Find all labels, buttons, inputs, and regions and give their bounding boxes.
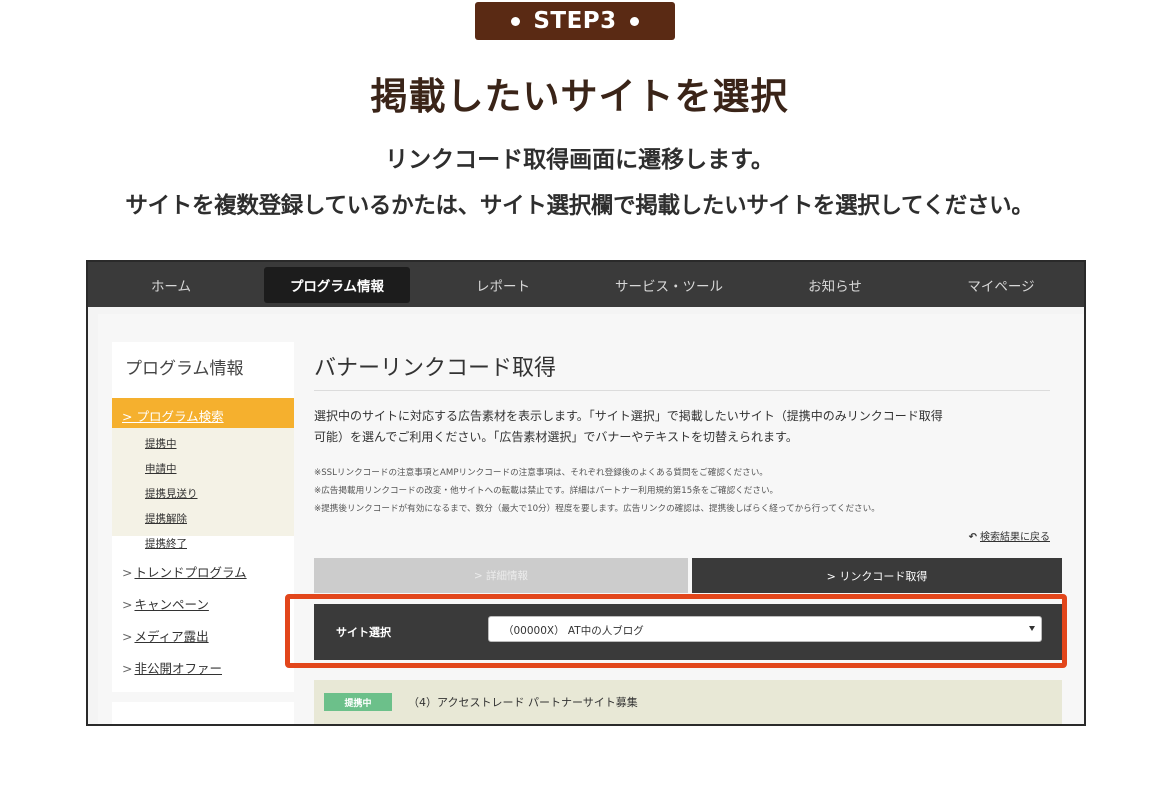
intro-text: 選択中のサイトに対応する広告素材を表示します。「サイト選択」で掲載したいサイト（…: [314, 409, 943, 444]
screenshot-frame: ホーム プログラム情報 レポート サービス・ツール お知らせ マイページ プログ…: [86, 260, 1086, 726]
bullet-dot-icon: [511, 16, 521, 26]
note-text: ※広告掲載用リンクコードの改変・他サイトへの転載は禁止です。詳細はパートナー利用…: [314, 486, 779, 496]
sidebar-subitem-cancelled[interactable]: 提携解除: [145, 511, 187, 526]
status-badge: 提携中: [324, 693, 392, 711]
main-panel: バナーリンクコード取得 選択中のサイトに対応する広告素材を表示します。「サイト選…: [294, 314, 1074, 724]
site-select-bar: サイト選択 （00000X） AT中の人ブログ: [314, 604, 1062, 660]
banner-linkcode-title: バナーリンクコード取得: [314, 356, 557, 381]
nav-item-report[interactable]: レポート: [420, 262, 586, 307]
nav-item-mypage[interactable]: マイページ: [918, 262, 1084, 307]
return-arrow-icon: ↶: [968, 532, 977, 543]
site-select-dropdown[interactable]: （00000X） AT中の人ブログ: [488, 616, 1042, 642]
step-label: STEP3: [533, 8, 617, 34]
chevron-right-icon: >: [122, 597, 133, 612]
nav-item-service-tools[interactable]: サービス・ツール: [586, 262, 752, 307]
nav-item-program-info[interactable]: プログラム情報: [254, 262, 420, 307]
partner-site-name: （4）アクセストレード パートナーサイト募集: [408, 696, 638, 709]
partner-site-row: 提携中 （4）アクセストレード パートナーサイト募集: [314, 680, 1062, 724]
description-line: リンクコード取得画面に遷移します。: [385, 147, 774, 173]
sidebar-subitem-ended[interactable]: 提携終了: [145, 536, 187, 551]
chevron-right-icon: >: [122, 565, 133, 580]
chevron-right-icon: >: [122, 661, 133, 676]
sidebar-title: プログラム情報: [125, 359, 244, 379]
site-select-label: サイト選択: [336, 626, 391, 639]
sidebar-item-trend-program[interactable]: > トレンドプログラム: [122, 562, 247, 581]
page-title: 掲載したいサイトを選択: [370, 75, 789, 118]
tab-linkcode[interactable]: > リンクコード取得: [692, 558, 1062, 593]
sidebar-item-private-offer[interactable]: > 非公開オファー: [122, 658, 222, 677]
note-text: ※SSLリンクコードの注意事項とAMPリンクコードの注意事項は、それぞれ登録後の…: [314, 468, 768, 478]
step-badge: STEP3: [475, 2, 675, 40]
chevron-right-icon: >: [122, 409, 133, 424]
divider: [314, 390, 1050, 391]
nav-item-news[interactable]: お知らせ: [752, 262, 918, 307]
sidebar-subitem-pending[interactable]: 申請中: [145, 461, 177, 476]
top-nav: ホーム プログラム情報 レポート サービス・ツール お知らせ マイページ: [88, 262, 1084, 307]
chevron-right-icon: >: [122, 629, 133, 644]
back-to-results-link[interactable]: ↶ 検索結果に戻る: [969, 528, 1050, 543]
sidebar-item-program-search[interactable]: > プログラム検索: [112, 398, 294, 428]
tab-detail-info[interactable]: > 詳細情報: [314, 558, 688, 593]
sidebar-footer: [112, 702, 294, 724]
bullet-dot-icon: [629, 16, 639, 26]
nav-item-home[interactable]: ホーム: [88, 262, 254, 307]
sidebar-subitem-declined[interactable]: 提携見送り: [145, 486, 198, 501]
sidebar-sub-list: 提携中 申請中 提携見送り 提携解除 提携終了: [112, 428, 294, 550]
caret-down-icon: [1029, 626, 1035, 631]
sidebar-item-media[interactable]: > メディア露出: [122, 626, 209, 645]
sidebar-item-campaign[interactable]: > キャンペーン: [122, 594, 209, 613]
sidebar-subitem-partnered[interactable]: 提携中: [145, 436, 177, 451]
sidebar: プログラム情報 > プログラム検索 提携中 申請中 提携見送り 提携解除 提携終…: [112, 342, 294, 692]
description-line: サイトを複数登録しているかたは、サイト選択欄で掲載したいサイトを選択してください…: [125, 193, 1034, 219]
note-text: ※提携後リンクコードが有効になるまで、数分（最大で10分）程度を要します。広告リ…: [314, 504, 880, 514]
